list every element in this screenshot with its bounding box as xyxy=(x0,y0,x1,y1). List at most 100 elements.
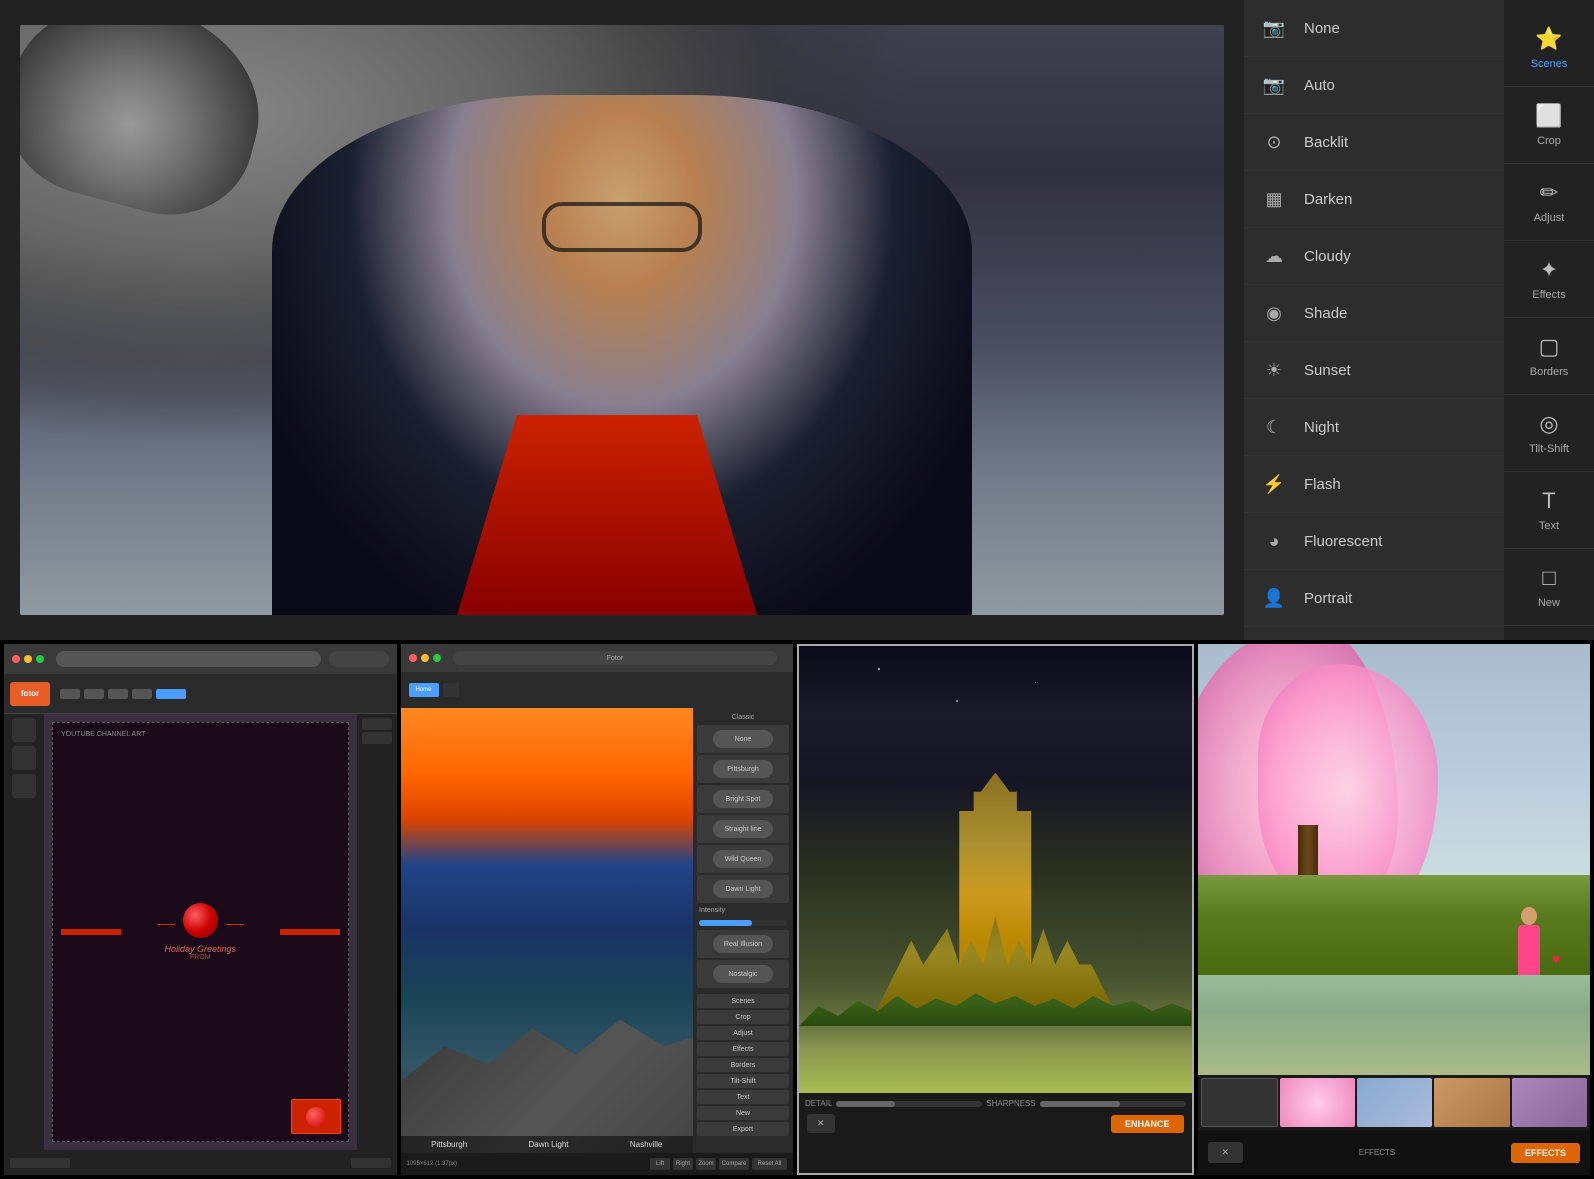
film-3[interactable] xyxy=(1357,1078,1432,1127)
scene-item-backlit[interactable]: ⊙ Backlit xyxy=(1244,114,1504,171)
effects-apply-btn[interactable]: EFFECTS xyxy=(1511,1143,1580,1163)
cathedral-photo xyxy=(799,646,1192,1093)
scene-item-darken[interactable]: ▦ Darken xyxy=(1244,171,1504,228)
scene-item-sand-snow[interactable]: 🌴 Sand/Snow xyxy=(1244,627,1504,640)
intensity-slider[interactable] xyxy=(699,920,787,926)
browser-header-2: Fotor xyxy=(401,644,794,672)
detail-label: DETAIL xyxy=(805,1099,832,1108)
toolbar-effects[interactable]: ✦ Effects xyxy=(1504,241,1594,318)
scene-item-auto[interactable]: 📷 Auto xyxy=(1244,57,1504,114)
bottom-controls: 1095×612 (1.37px) Lift Right Zoom Compar… xyxy=(401,1153,794,1175)
settings-btn xyxy=(443,683,459,697)
enhance-button[interactable]: ENHANCE xyxy=(1111,1115,1184,1133)
scene-item-shade[interactable]: ◉ Shade xyxy=(1244,285,1504,342)
scene-label-portrait: Portrait xyxy=(1304,590,1352,607)
toolbar-scenes[interactable]: ⭐ Scenes xyxy=(1504,10,1594,87)
editor-main: YOUTUBE CHANNEL ART Holiday Greetings FR… xyxy=(4,714,397,1150)
scene-item-cloudy[interactable]: ☁ Cloudy xyxy=(1244,228,1504,285)
star-3 xyxy=(956,700,958,702)
scene-label-flash: Flash xyxy=(1304,476,1341,493)
scene-item-flash[interactable]: ⚡ Flash xyxy=(1244,456,1504,513)
intensity-label: Intensity xyxy=(697,905,789,916)
scene-item-none[interactable]: 📷 None xyxy=(1244,0,1504,57)
filter-option-wildqueen[interactable]: Wild Queen xyxy=(697,845,789,873)
scene-label-auto: Auto xyxy=(1304,77,1335,94)
scene-item-portrait[interactable]: 👤 Portrait xyxy=(1244,570,1504,627)
filter-none-label: None xyxy=(713,730,773,748)
sharpness-fill xyxy=(1040,1101,1120,1107)
toolbar-text[interactable]: T Text xyxy=(1504,472,1594,549)
ball-large xyxy=(183,903,218,938)
sidebar-new: New xyxy=(697,1106,789,1120)
toolbar-buttons: Home xyxy=(409,683,459,697)
left-panel xyxy=(4,714,44,1150)
film-5[interactable] xyxy=(1512,1078,1587,1127)
film-4[interactable] xyxy=(1434,1078,1509,1127)
effects-label: Effects xyxy=(1532,289,1565,301)
cancel-button[interactable]: ✕ xyxy=(807,1114,835,1133)
thumbnail-cathedral[interactable]: DETAIL SHARPNESS ✕ ENHANCE xyxy=(797,644,1194,1175)
filter-option-none[interactable]: None xyxy=(697,725,789,753)
toolbar-crop[interactable]: ⬜ Crop xyxy=(1504,87,1594,164)
filter-option-brightspot[interactable]: Bright Spot xyxy=(697,785,789,813)
scene-label-cloudy: Cloudy xyxy=(1304,248,1351,265)
girl-figure xyxy=(1518,925,1540,975)
scenes-icon: ⭐ xyxy=(1535,26,1562,52)
scene-label-none: None xyxy=(1304,20,1340,37)
cherry-photo: ♥ xyxy=(1198,644,1591,1075)
thumbnail-design-editor[interactable]: fotor xyxy=(4,644,397,1175)
lift-btn[interactable]: Lift xyxy=(650,1158,670,1170)
filter-pittsburgh-label: Pittsburgh xyxy=(713,760,773,778)
close-dot xyxy=(12,655,20,663)
scene-item-night[interactable]: ☾ Night xyxy=(1244,399,1504,456)
right-panel xyxy=(357,714,397,1150)
scene-item-sunset[interactable]: ☀ Sunset xyxy=(1244,342,1504,399)
effects-cancel-btn[interactable]: ✕ xyxy=(1208,1142,1244,1163)
toolbar-new[interactable]: □ New xyxy=(1504,549,1594,626)
film-1[interactable] xyxy=(1201,1078,1278,1127)
sidebar-scenes: Scenes xyxy=(697,994,789,1008)
minimize-dot xyxy=(24,655,32,663)
right-toolbar: ⭐ Scenes ⬜ Crop ✏ Adjust ✦ Effects ▢ Bor… xyxy=(1504,0,1594,640)
zoom-btn[interactable]: Zoom xyxy=(696,1158,716,1170)
effects-bottom: ✕ EFFECTS EFFECTS xyxy=(1198,1075,1591,1175)
top-section: 📷 None 📷 Auto ⊙ Backlit ▦ Darken ☁ Cloud… xyxy=(0,0,1594,640)
shade-icon: ◉ xyxy=(1260,299,1288,327)
camera-icon: 📷 xyxy=(1260,14,1288,42)
star-2 xyxy=(1035,682,1036,683)
compare-btn[interactable]: Compare xyxy=(719,1158,749,1170)
sidebar-borders: Borders xyxy=(697,1058,789,1072)
filter-wildqueen-label: Wild Queen xyxy=(713,850,773,868)
sharpness-slider[interactable] xyxy=(1040,1101,1186,1107)
filter-option-realillusion[interactable]: Real Illusion xyxy=(697,930,789,958)
thumbnail-effects[interactable]: ♥ ✕ EFFECTS EFFECTS xyxy=(1198,644,1591,1175)
toolbar-borders[interactable]: ▢ Borders xyxy=(1504,318,1594,395)
filter-option-pittsburgh[interactable]: Pittsburgh xyxy=(697,755,789,783)
fotor-toolbar: Home xyxy=(401,672,794,708)
scene-item-fluorescent[interactable]: ◕ Fluorescent xyxy=(1244,513,1504,570)
sidebar-adjust: Adjust xyxy=(697,1026,789,1040)
filter-pittsburgh: Pittsburgh xyxy=(431,1140,467,1149)
browser-header xyxy=(4,644,397,674)
right-btn[interactable]: Right xyxy=(673,1158,693,1170)
filter-option-dawnlight[interactable]: Dawn Light xyxy=(697,875,789,903)
film-2[interactable] xyxy=(1280,1078,1355,1127)
thumbnail-photo-editor[interactable]: Fotor Home xyxy=(401,644,794,1175)
filter-option-straightline[interactable]: Straight line xyxy=(697,815,789,843)
action-bar: ✕ ENHANCE xyxy=(803,1110,1188,1137)
girl-head xyxy=(1521,907,1537,925)
effects-icon: ✦ xyxy=(1540,257,1558,283)
toolbar-tilt-shift[interactable]: ◎ Tilt-Shift xyxy=(1504,395,1594,472)
toolbar-adjust[interactable]: ✏ Adjust xyxy=(1504,164,1594,241)
reset-all-btn[interactable]: Reset All xyxy=(752,1158,787,1170)
sharpness-label: SHARPNESS xyxy=(986,1099,1035,1108)
filter-option-nostalgic[interactable]: Nostalgic xyxy=(697,960,789,988)
canvas-area: YOUTUBE CHANNEL ART Holiday Greetings FR… xyxy=(44,714,357,1150)
corner-thumb xyxy=(291,1099,341,1134)
filter-realillusion-label: Real Illusion xyxy=(713,935,773,953)
filter-dawn-light: Dawn Light xyxy=(529,1140,569,1149)
flash-icon: ⚡ xyxy=(1260,470,1288,498)
fotor-logo: fotor xyxy=(10,682,50,706)
tilt-shift-label: Tilt-Shift xyxy=(1529,443,1569,455)
detail-slider[interactable] xyxy=(836,1101,982,1107)
